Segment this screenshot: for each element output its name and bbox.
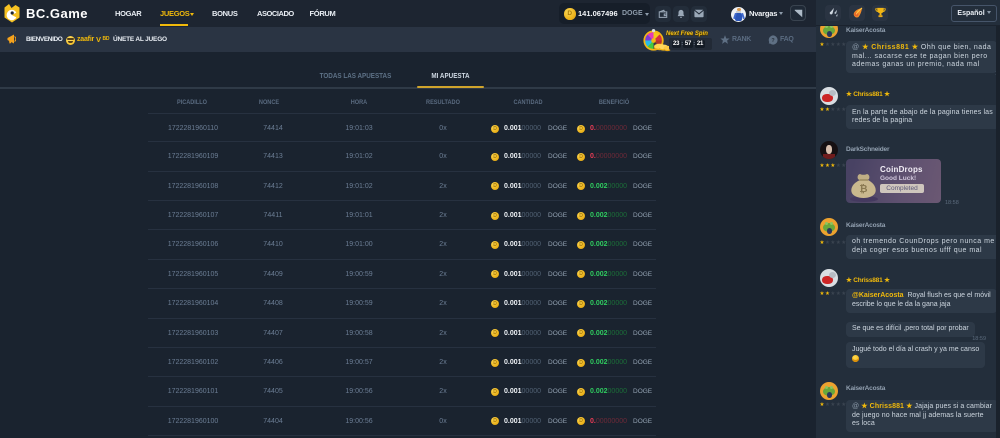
svg-text:₿: ₿ [859, 183, 867, 195]
svg-text:?: ? [771, 38, 774, 44]
